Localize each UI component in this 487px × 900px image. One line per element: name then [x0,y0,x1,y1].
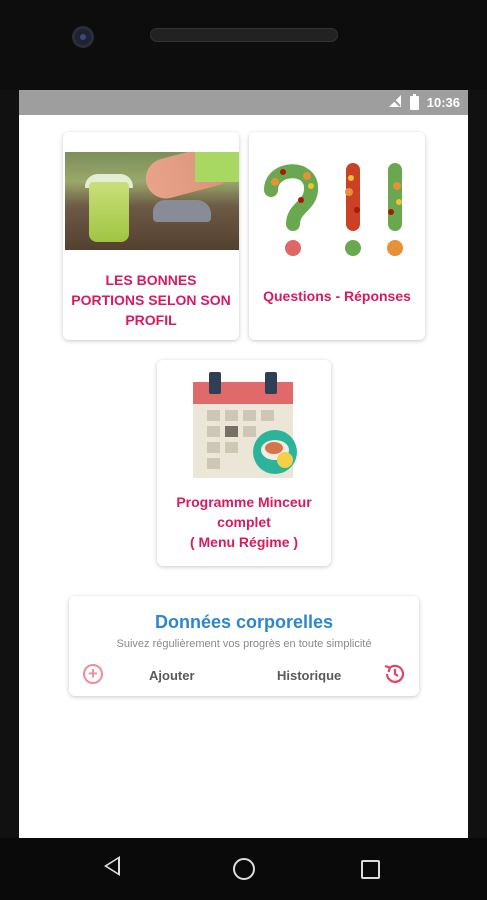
programme-title-line3: ( Menu Régime ) [189,534,299,550]
signal-icon [388,94,402,111]
plus-circle-icon[interactable]: + [83,664,103,684]
programme-card[interactable]: Programme Minceur complet ( Menu Régime … [157,360,331,566]
programme-title-line2: complet [217,514,271,530]
add-button[interactable]: Ajouter [149,668,195,683]
body-data-title: Données corporelles [154,612,334,632]
screen: 10:36 LES BONNES PORTIONS SELON SON PROF… [19,90,468,838]
programme-title-line1: Programme Minceur [176,494,312,510]
battery-icon [409,93,419,110]
portions-card-title: LES BONNES PORTIONS SELON SON PROFIL [71,272,231,328]
portions-card[interactable]: LES BONNES PORTIONS SELON SON PROFIL [63,132,239,340]
body-data-subtitle: Suivez régulièrement vos progrès en tout… [116,638,372,650]
speaker-grille [150,28,338,42]
navigation-bar [0,838,487,900]
recents-icon[interactable] [361,860,380,879]
history-icon[interactable] [383,662,407,686]
body-data-card: Données corporelles Suivez régulièrement… [69,596,419,696]
home-icon[interactable] [233,858,255,880]
calendar-icon [193,372,297,478]
qa-card[interactable]: Questions - Réponses [249,132,425,340]
question-exclamation-icon [264,163,403,256]
status-bar: 10:36 [19,90,468,115]
back-icon[interactable] [104,856,120,876]
phone-frame: 10:36 LES BONNES PORTIONS SELON SON PROF… [0,0,487,900]
camera-icon [72,26,94,48]
status-time: 10:36 [426,95,460,110]
qa-card-title: Questions - Réponses [263,288,411,304]
portions-photo [65,152,239,250]
top-bezel [0,0,487,90]
history-button[interactable]: Historique [277,668,341,683]
